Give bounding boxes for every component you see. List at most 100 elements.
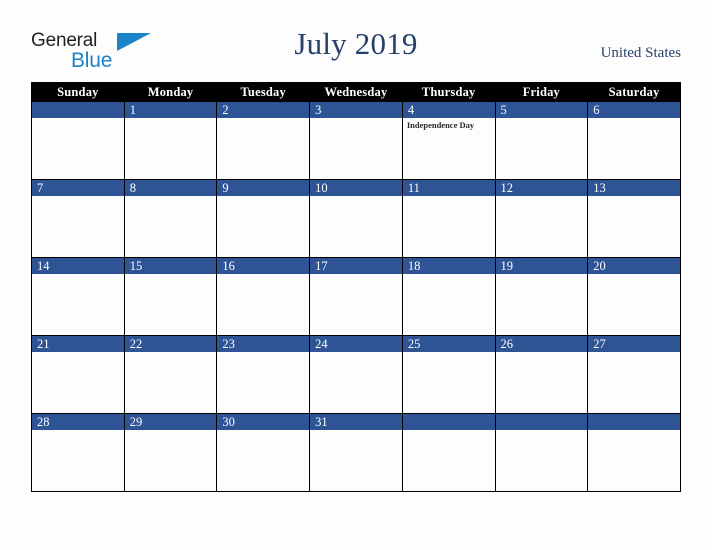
calendar-week-row: 1 2 3 4 Independence Day 5 6 xyxy=(31,101,681,180)
day-event-label xyxy=(496,196,588,198)
day-event-label xyxy=(403,274,495,276)
day-event-label xyxy=(217,196,309,198)
day-event-label xyxy=(125,352,217,354)
calendar-day-cell[interactable]: 26 xyxy=(494,335,589,414)
calendar-day-cell[interactable]: 10 xyxy=(309,179,403,258)
weekday-header-thursday: Thursday xyxy=(401,82,496,102)
calendar-day-cell[interactable]: 11 xyxy=(401,179,496,258)
calendar-day-cell[interactable]: 24 xyxy=(309,335,403,414)
day-number xyxy=(402,414,495,430)
calendar-day-cell[interactable]: 8 xyxy=(123,179,218,258)
calendar-day-cell[interactable]: 3 xyxy=(309,101,403,180)
day-number: 8 xyxy=(124,180,217,196)
day-number: 1 xyxy=(124,102,217,118)
calendar-day-cell[interactable]: 7 xyxy=(31,179,125,258)
day-number: 9 xyxy=(217,180,310,196)
day-event-label xyxy=(217,274,309,276)
day-event-label xyxy=(125,118,217,120)
calendar-day-cell[interactable]: 17 xyxy=(309,257,403,336)
day-event-label xyxy=(588,196,680,198)
day-event-label xyxy=(310,352,402,354)
day-event-label xyxy=(403,430,495,432)
day-number: 25 xyxy=(402,336,495,352)
weekday-header-saturday: Saturday xyxy=(587,82,681,102)
day-event-label: Independence Day xyxy=(406,120,475,130)
calendar-day-cell[interactable]: 9 xyxy=(216,179,311,258)
day-number: 3 xyxy=(310,102,402,118)
day-event-label xyxy=(310,196,402,198)
day-event-label xyxy=(125,196,217,198)
day-event-label xyxy=(496,352,588,354)
day-number: 20 xyxy=(588,258,680,274)
weekday-header-sunday: Sunday xyxy=(31,82,125,102)
day-event-label xyxy=(125,430,217,432)
calendar-day-cell[interactable]: 31 xyxy=(309,413,403,492)
day-number: 26 xyxy=(495,336,588,352)
day-event-label xyxy=(217,430,309,432)
calendar-day-cell[interactable]: 14 xyxy=(31,257,125,336)
calendar-day-cell[interactable]: 25 xyxy=(401,335,496,414)
day-number xyxy=(588,414,680,430)
calendar-day-cell[interactable] xyxy=(494,413,589,492)
day-number: 16 xyxy=(217,258,310,274)
calendar-week-row: 7 8 9 10 11 12 13 xyxy=(31,179,681,258)
calendar-day-cell[interactable]: 21 xyxy=(31,335,125,414)
calendar-day-cell[interactable]: 15 xyxy=(123,257,218,336)
day-number: 12 xyxy=(495,180,588,196)
day-event-label xyxy=(32,274,124,276)
day-event-label xyxy=(32,196,124,198)
calendar-week-row: 21 22 23 24 25 26 27 xyxy=(31,335,681,414)
calendar-day-cell[interactable]: 19 xyxy=(494,257,589,336)
day-event-label xyxy=(496,274,588,276)
calendar-day-cell[interactable]: 2 xyxy=(216,101,311,180)
day-number: 14 xyxy=(32,258,124,274)
day-number: 28 xyxy=(32,414,124,430)
weekday-header-friday: Friday xyxy=(494,82,589,102)
day-number: 21 xyxy=(32,336,124,352)
calendar-day-cell[interactable]: 27 xyxy=(587,335,681,414)
calendar-day-cell[interactable] xyxy=(401,413,496,492)
calendar-day-cell[interactable]: 20 xyxy=(587,257,681,336)
day-number: 19 xyxy=(495,258,588,274)
day-event-label xyxy=(588,430,680,432)
weekday-header-tuesday: Tuesday xyxy=(216,82,311,102)
day-event-label xyxy=(588,352,680,354)
calendar-day-cell[interactable]: 5 xyxy=(494,101,589,180)
day-number: 31 xyxy=(310,414,402,430)
calendar-day-cell[interactable]: 30 xyxy=(216,413,311,492)
calendar-day-cell[interactable]: 23 xyxy=(216,335,311,414)
calendar-day-cell[interactable]: 28 xyxy=(31,413,125,492)
calendar-table: Sunday Monday Tuesday Wednesday Thursday… xyxy=(31,82,681,492)
day-number: 18 xyxy=(402,258,495,274)
day-event-label xyxy=(588,274,680,276)
calendar-day-cell[interactable]: 29 xyxy=(123,413,218,492)
weekday-header-wednesday: Wednesday xyxy=(309,82,403,102)
day-number: 30 xyxy=(217,414,310,430)
page-header: General Blue July 2019 United States xyxy=(0,0,712,82)
calendar-day-cell[interactable]: 22 xyxy=(123,335,218,414)
calendar-day-cell[interactable]: 1 xyxy=(123,101,218,180)
calendar-day-cell[interactable]: 16 xyxy=(216,257,311,336)
calendar-day-cell[interactable] xyxy=(587,413,681,492)
calendar-day-cell[interactable]: 13 xyxy=(587,179,681,258)
day-number: 4 xyxy=(402,102,495,118)
day-number: 15 xyxy=(124,258,217,274)
weekday-header-row: Sunday Monday Tuesday Wednesday Thursday… xyxy=(31,82,681,102)
calendar-day-cell[interactable]: 18 xyxy=(401,257,496,336)
day-event-label xyxy=(310,430,402,432)
calendar-day-cell[interactable] xyxy=(31,101,125,180)
day-event-label xyxy=(125,274,217,276)
calendar-day-cell[interactable]: 12 xyxy=(494,179,589,258)
day-event-label xyxy=(32,352,124,354)
day-number xyxy=(32,102,124,118)
calendar-day-cell[interactable]: 6 xyxy=(587,101,681,180)
day-event-label xyxy=(403,196,495,198)
day-number xyxy=(495,414,588,430)
day-number: 7 xyxy=(32,180,124,196)
day-event-label xyxy=(588,118,680,120)
weekday-header-monday: Monday xyxy=(123,82,218,102)
calendar-day-cell[interactable]: 4 Independence Day xyxy=(401,101,496,180)
day-event-label xyxy=(496,430,588,432)
country-label: United States xyxy=(600,45,681,61)
day-event-label xyxy=(496,118,588,120)
